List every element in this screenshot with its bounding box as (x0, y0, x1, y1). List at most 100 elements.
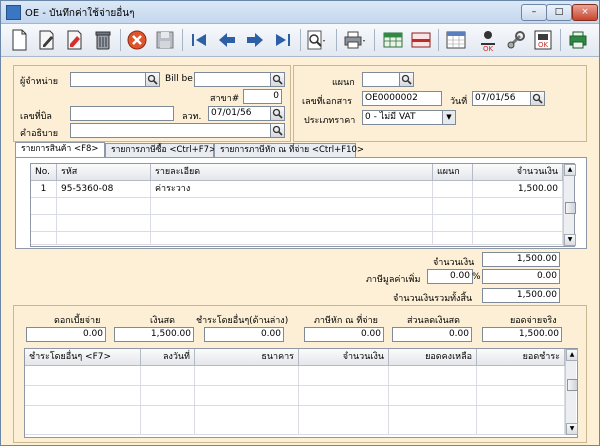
empty-cell[interactable] (389, 366, 477, 386)
empty-cell[interactable] (151, 198, 433, 215)
department-search-icon[interactable] (399, 72, 414, 87)
save-icon[interactable] (153, 28, 177, 52)
doc-no-field[interactable]: OE0000002 (362, 91, 442, 106)
vendor-field[interactable] (70, 72, 147, 87)
branch-field[interactable]: 0 (243, 89, 282, 104)
next-record-icon[interactable] (243, 28, 267, 52)
last-record-icon[interactable] (271, 28, 295, 52)
col-header-amount[interactable]: จำนวนเงิน (473, 164, 563, 181)
col-header-department[interactable]: แผนก (433, 164, 473, 181)
col-header-code[interactable]: รหัส (57, 164, 151, 181)
scroll-up-icon[interactable]: ▲ (564, 164, 576, 176)
empty-cell[interactable] (57, 198, 151, 215)
cash-field[interactable]: 1,500.00 (114, 327, 194, 342)
price-type-select[interactable]: 0 - ไม่มี VAT ▼ (362, 110, 456, 125)
empty-cell[interactable] (25, 406, 141, 435)
tools-icon[interactable] (504, 28, 528, 52)
scroll-down-icon[interactable]: ▼ (564, 234, 576, 246)
doc-date-field[interactable]: 07/01/56 (472, 91, 531, 106)
tab-withholding-tax[interactable]: รายการภาษีหัก ณ ที่จ่าย <Ctrl+F10> (214, 143, 364, 157)
col-header-other-payment[interactable]: ชำระโดยอื่นๆ <F7> (25, 349, 141, 366)
row-1-no[interactable]: 1 (31, 181, 57, 198)
col-header-paid[interactable]: ยอดชำระ (477, 349, 565, 366)
billbe-field[interactable] (194, 72, 271, 87)
empty-cell[interactable] (299, 386, 389, 406)
empty-cell[interactable] (141, 366, 195, 386)
empty-cell[interactable] (25, 366, 141, 386)
row-1-code[interactable]: 95-5360-08 (57, 181, 151, 198)
empty-cell[interactable] (195, 366, 299, 386)
interest-field[interactable]: 0.00 (26, 327, 106, 342)
edit-icon[interactable] (35, 28, 59, 52)
vendor-search-icon[interactable] (145, 72, 160, 87)
items-scrollbar[interactable]: ▲ ▼ (563, 164, 576, 246)
row-1-department[interactable] (433, 181, 473, 198)
scroll-thumb[interactable] (565, 202, 576, 214)
empty-cell[interactable] (31, 232, 57, 245)
empty-cell[interactable] (299, 406, 389, 435)
col-header-date[interactable]: ลงวันที่ (141, 349, 195, 366)
bill-no-field[interactable] (70, 106, 174, 121)
report-icon[interactable] (409, 28, 433, 52)
empty-cell[interactable] (433, 215, 473, 232)
col-header-bank[interactable]: ธนาคาร (195, 349, 299, 366)
confirm-icon[interactable]: OK (531, 28, 555, 52)
previous-record-icon[interactable] (215, 28, 239, 52)
empty-cell[interactable] (477, 386, 565, 406)
tab-purchase-tax[interactable]: รายการภาษีซื้อ <Ctrl+F7> (105, 143, 216, 157)
row-1-amount[interactable]: 1,500.00 (473, 181, 563, 198)
bill-date-picker-icon[interactable] (270, 106, 285, 121)
empty-cell[interactable] (195, 406, 299, 435)
empty-cell[interactable] (31, 198, 57, 215)
search-icon[interactable] (304, 28, 328, 52)
empty-cell[interactable] (141, 406, 195, 435)
col-header-no[interactable]: No. (31, 164, 57, 181)
col-header-balance[interactable]: ยอดคงเหลือ (389, 349, 477, 366)
print-icon[interactable] (342, 28, 366, 52)
empty-cell[interactable] (25, 386, 141, 406)
delete-icon[interactable] (91, 28, 115, 52)
empty-cell[interactable] (31, 215, 57, 232)
vat-rate-field[interactable]: 0.00 (427, 269, 473, 284)
erase-icon[interactable] (63, 28, 87, 52)
excel-icon[interactable] (381, 28, 405, 52)
scroll-down-icon[interactable]: ▼ (566, 423, 578, 435)
empty-cell[interactable] (433, 232, 473, 245)
vat-amount-field[interactable]: 0.00 (482, 269, 560, 284)
col-header-pay-amount[interactable]: จำนวนเงิน (299, 349, 389, 366)
description-search-icon[interactable] (270, 123, 285, 138)
billbe-search-icon[interactable] (270, 72, 285, 87)
exit-icon[interactable] (566, 28, 590, 52)
department-field[interactable] (362, 72, 400, 87)
new-document-icon[interactable] (7, 28, 31, 52)
wht-field[interactable]: 0.00 (304, 327, 384, 342)
empty-cell[interactable] (473, 198, 563, 215)
empty-cell[interactable] (57, 232, 151, 245)
empty-cell[interactable] (473, 232, 563, 245)
cash-discount-field[interactable]: 0.00 (392, 327, 472, 342)
tab-items[interactable]: รายการสินค้า <F8> (15, 142, 105, 157)
grand-total-field[interactable]: 1,500.00 (482, 288, 560, 303)
col-header-description[interactable]: รายละเอียด (151, 164, 433, 181)
empty-cell[interactable] (57, 215, 151, 232)
first-record-icon[interactable] (187, 28, 211, 52)
payment-scrollbar[interactable]: ▲ ▼ (565, 349, 578, 435)
description-field[interactable] (70, 123, 271, 138)
empty-cell[interactable] (473, 215, 563, 232)
scroll-up-icon[interactable]: ▲ (566, 349, 578, 361)
chevron-down-icon[interactable]: ▼ (442, 111, 455, 124)
empty-cell[interactable] (195, 386, 299, 406)
empty-cell[interactable] (389, 386, 477, 406)
scroll-thumb[interactable] (567, 379, 578, 391)
close-button[interactable]: × (572, 4, 598, 21)
other-payment-field[interactable]: 0.00 (204, 327, 284, 342)
empty-cell[interactable] (389, 406, 477, 435)
row-1-description[interactable]: ค่าระวาง (151, 181, 433, 198)
minimize-button[interactable]: – (521, 4, 547, 21)
empty-cell[interactable] (141, 386, 195, 406)
empty-cell[interactable] (151, 232, 433, 245)
maximize-button[interactable]: □ (546, 4, 572, 21)
calendar-icon[interactable] (444, 28, 468, 52)
actual-paid-field[interactable]: 1,500.00 (482, 327, 562, 342)
bill-date-field[interactable]: 07/01/56 (208, 106, 271, 121)
